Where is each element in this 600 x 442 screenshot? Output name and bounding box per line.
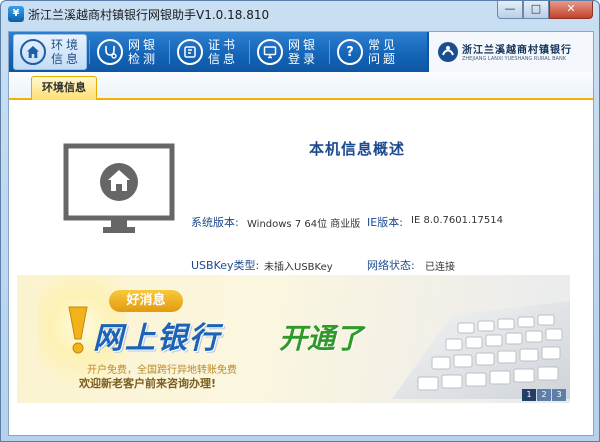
nav-divider	[249, 40, 250, 64]
nav-divider	[329, 40, 330, 64]
banner-headline-open: 开通了	[279, 322, 364, 355]
tab-environment[interactable]: 环境信息	[31, 76, 97, 100]
bank-name: 浙江兰溪越商村镇银行	[462, 45, 572, 56]
banner-page-3[interactable]: 3	[552, 389, 566, 401]
os-version-label: 系统版本:	[191, 216, 239, 229]
usbkey-type-label: USBKey类型:	[191, 259, 260, 272]
certificate-icon	[177, 39, 203, 65]
exclamation-icon	[68, 306, 88, 354]
nav-item-login[interactable]: 网银登录	[251, 34, 327, 70]
stethoscope-icon	[97, 39, 123, 65]
nav-item-certificate[interactable]: 证书信息	[171, 34, 247, 70]
main-nav: 环境信息 网银检测 证书信息 网银登录 ? 常见问题 浙江兰溪越商村镇银行 ZH…	[9, 32, 593, 72]
ie-version-value: IE 8.0.7601.17514	[411, 215, 503, 226]
tab-strip: 环境信息	[9, 72, 593, 100]
nav-label-check: 网银检测	[128, 38, 159, 66]
bank-name-english: ZHEJIANG LANXI YUESHANG RURAL BANK	[462, 56, 566, 62]
bank-emblem-icon	[438, 42, 458, 62]
window-controls: — □ ✕	[497, 1, 593, 19]
banner-pager: 1 2 3	[522, 389, 566, 401]
nav-item-environment[interactable]: 环境信息	[13, 34, 87, 70]
bank-app-icon: ¥	[8, 6, 24, 22]
maximize-button[interactable]: □	[523, 1, 549, 19]
usbkey-type-value: 未插入USBKey	[264, 262, 333, 273]
network-status-label: 网络状态:	[367, 259, 415, 272]
ie-version-label: IE版本:	[367, 216, 403, 229]
close-button[interactable]: ✕	[549, 1, 593, 19]
promo-banner[interactable]: 好消息 网上银行 开通了 开户免费，全国跨行异地转账免费 欢迎新老客户前来咨询办…	[17, 275, 570, 403]
keyboard-illustration	[392, 301, 570, 399]
nav-item-faq[interactable]: ? 常见问题	[331, 34, 407, 70]
nav-label-login: 网银登录	[288, 38, 319, 66]
question-icon: ?	[337, 39, 363, 65]
monitor-icon	[257, 39, 283, 65]
nav-label-certificate: 证书信息	[208, 38, 239, 66]
banner-page-1[interactable]: 1	[522, 389, 536, 401]
computer-monitor-icon	[63, 143, 175, 240]
network-status-value: 已连接	[425, 262, 455, 273]
nav-label-faq: 常见问题	[368, 38, 399, 66]
banner-page-2[interactable]: 2	[537, 389, 551, 401]
app-window: ¥ 浙江兰溪越商村镇银行网银助手V1.0.18.810 — □ ✕ 环境信息 网…	[0, 0, 600, 442]
nav-label-environment: 环境信息	[51, 38, 82, 66]
nav-item-check[interactable]: 网银检测	[91, 34, 167, 70]
title-bar[interactable]: ¥ 浙江兰溪越商村镇银行网银助手V1.0.18.810 — □ ✕	[1, 1, 599, 27]
banner-welcome: 欢迎新老客户前来咨询办理!	[79, 377, 217, 390]
nav-divider	[169, 40, 170, 64]
bank-logo: 浙江兰溪越商村镇银行 ZHEJIANG LANXI YUESHANG RURAL…	[427, 32, 593, 72]
good-news-badge: 好消息	[109, 290, 183, 312]
home-icon	[20, 39, 46, 65]
banner-headline: 网上银行	[93, 321, 221, 356]
minimize-button[interactable]: —	[497, 1, 523, 19]
banner-subtext: 开户免费，全国跨行异地转账免费	[87, 365, 237, 376]
os-version-value: Windows 7 64位 商业版	[247, 219, 361, 230]
window-title: 浙江兰溪越商村镇银行网银助手V1.0.18.810	[28, 8, 270, 22]
nav-divider	[89, 40, 90, 64]
info-title: 本机信息概述	[309, 140, 406, 158]
